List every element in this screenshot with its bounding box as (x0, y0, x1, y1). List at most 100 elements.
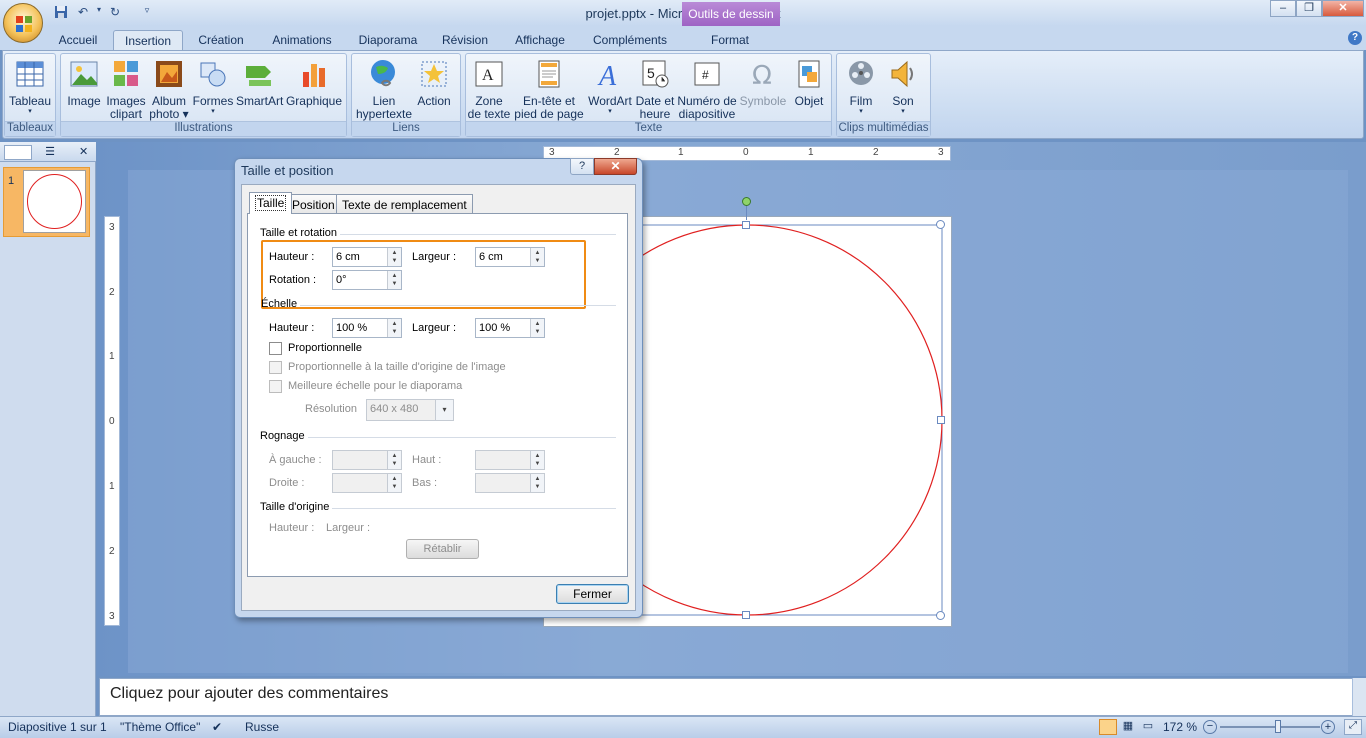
insert-sound-button[interactable]: Son ▾ (884, 58, 922, 116)
close-panel-icon[interactable]: ✕ (79, 145, 88, 158)
proportional-checkbox[interactable] (269, 342, 282, 355)
section-crop: Rognage (260, 430, 305, 442)
dialog-help-button[interactable]: ? (570, 158, 594, 175)
close-window-button[interactable]: ✕ (1322, 0, 1364, 17)
zoom-out-icon[interactable]: − (1203, 720, 1217, 734)
insert-photo-album-button[interactable]: Album photo ▾ (148, 58, 190, 121)
spellcheck-icon[interactable]: ✔ (212, 720, 222, 734)
label-zone-2: de texte (467, 107, 511, 121)
resolution-value: 640 x 480 (370, 403, 419, 415)
insert-date-time-button[interactable]: 5 Date et heure (633, 58, 677, 121)
label-smartart: SmartArt (236, 94, 284, 108)
tab-affichage[interactable]: Affichage (508, 30, 572, 50)
tab-creation[interactable]: Création (190, 30, 252, 50)
dialog-close-button[interactable]: ✕ (594, 158, 637, 175)
tab-revision[interactable]: Révision (434, 30, 496, 50)
tab-complements[interactable]: Compléments (588, 30, 672, 50)
insert-object-button[interactable]: Objet (789, 58, 829, 108)
slide-thumbnail[interactable] (23, 170, 86, 233)
restore-button[interactable]: ❐ (1296, 0, 1322, 17)
status-theme[interactable]: "Thème Office" (120, 720, 200, 734)
insert-image-button[interactable]: Image (66, 58, 102, 108)
proportional-original-checkbox[interactable] (269, 361, 282, 374)
scale-height-input[interactable]: 100 % ▲ ▼ (332, 318, 402, 338)
best-scale-checkbox[interactable] (269, 380, 282, 393)
insert-chart-button[interactable]: Graphique (284, 58, 344, 108)
tab-insertion[interactable]: Insertion (113, 30, 183, 50)
resize-handle-bottom-right[interactable] (936, 611, 945, 620)
hruler-label: 1 (678, 147, 684, 158)
crop-bottom-input[interactable]: ▲ ▼ (475, 473, 545, 493)
crop-left-spinner-icon[interactable]: ▲ ▼ (387, 451, 401, 469)
office-button[interactable] (3, 3, 43, 43)
resize-handle-top-right[interactable] (936, 220, 945, 229)
crop-bottom-spinner-icon[interactable]: ▲ ▼ (530, 474, 544, 492)
crop-right-input[interactable]: ▲ ▼ (332, 473, 402, 493)
label-formes: Formes (192, 94, 234, 108)
crop-top-spinner-icon[interactable]: ▲ ▼ (530, 451, 544, 469)
insert-textbox-button[interactable]: A Zone de texte (467, 58, 511, 121)
slideshow-icon[interactable]: ▭ (1139, 719, 1157, 735)
minimize-button[interactable]: ‒ (1270, 0, 1296, 17)
tab-taille[interactable]: Taille (249, 192, 293, 214)
best-scale-label: Meilleure échelle pour le diaporama (288, 380, 463, 392)
resize-handle-bottom[interactable] (742, 611, 750, 619)
insert-header-footer-button[interactable]: En-tête et pied de page (513, 58, 585, 121)
insert-slide-number-button[interactable]: # Numéro de diapositive (677, 58, 737, 121)
rotation-handle[interactable] (742, 197, 751, 206)
resolution-dropdown-icon[interactable]: ▾ (435, 400, 453, 420)
object-icon (798, 60, 820, 88)
notes-scrollbar[interactable] (1352, 678, 1366, 716)
crop-top-input[interactable]: ▲ ▼ (475, 450, 545, 470)
zoom-level[interactable]: 172 % (1163, 720, 1197, 734)
reset-button[interactable]: Rétablir (406, 539, 479, 559)
outline-tab-icon[interactable]: ☰ (36, 145, 64, 160)
slide-sorter-icon[interactable]: ▦ (1119, 719, 1137, 735)
resolution-select[interactable]: 640 x 480 ▾ (366, 399, 454, 421)
fit-to-window-icon[interactable]: ⤢ (1344, 719, 1362, 735)
label-images-2: clipart (109, 107, 142, 121)
resize-handle-top[interactable] (742, 221, 750, 229)
tab-format[interactable]: Format (700, 30, 760, 50)
insert-symbol-button[interactable]: Ω Symbole (739, 58, 787, 108)
rotation-handle-stem (746, 206, 747, 220)
insert-hyperlink-button[interactable]: Lien hypertexte (354, 58, 414, 121)
insert-action-button[interactable]: Action (414, 58, 454, 108)
zoom-in-icon[interactable]: + (1321, 720, 1335, 734)
notes-placeholder[interactable]: Cliquez pour ajouter des commentaires (110, 685, 388, 703)
status-language[interactable]: Russe (245, 720, 279, 734)
help-icon[interactable]: ? (1348, 31, 1362, 45)
zoom-slider[interactable] (1220, 726, 1320, 728)
insert-shapes-button[interactable]: Formes ▾ (192, 58, 234, 116)
status-bar (0, 716, 1366, 738)
group-label-illustrations: Illustrations (61, 121, 346, 136)
fermer-button[interactable]: Fermer (556, 584, 629, 604)
resize-handle-right[interactable] (937, 416, 945, 424)
scale-width-spinner-icon[interactable]: ▲ ▼ (530, 319, 544, 337)
insert-movie-button[interactable]: Film ▾ (840, 58, 882, 116)
scale-width-value: 100 % (479, 322, 511, 334)
label-son: Son (892, 94, 914, 108)
tab-alt-text[interactable]: Texte de remplacement (336, 194, 473, 214)
label-graphique: Graphique (285, 94, 343, 108)
crop-left-input[interactable]: ▲ ▼ (332, 450, 402, 470)
proportional-label[interactable]: Proportionnelle (288, 342, 362, 354)
insert-smartart-button[interactable]: SmartArt (236, 58, 284, 108)
insert-table-button[interactable]: Tableau ▾ (6, 58, 54, 116)
scale-width-input[interactable]: 100 % ▲ ▼ (475, 318, 545, 338)
tab-animations[interactable]: Animations (264, 30, 340, 50)
insert-clipart-button[interactable]: Images clipart (104, 58, 148, 121)
slides-tab-icon[interactable] (4, 145, 32, 160)
normal-view-icon[interactable] (1099, 719, 1117, 735)
crop-right-spinner-icon[interactable]: ▲ ▼ (387, 474, 401, 492)
tab-position[interactable]: Position (286, 194, 341, 214)
section-scale: Échelle (261, 298, 298, 310)
tab-diaporama[interactable]: Diaporama (352, 30, 424, 50)
hruler-label: 2 (873, 147, 879, 158)
hruler-label: 0 (743, 147, 749, 158)
scale-height-spinner-icon[interactable]: ▲ ▼ (387, 319, 401, 337)
status-slide-count: Diapositive 1 sur 1 (8, 720, 107, 734)
tab-accueil[interactable]: Accueil (50, 30, 106, 50)
insert-wordart-button[interactable]: A WordArt ▾ (587, 58, 633, 116)
zoom-slider-thumb[interactable] (1275, 720, 1281, 733)
